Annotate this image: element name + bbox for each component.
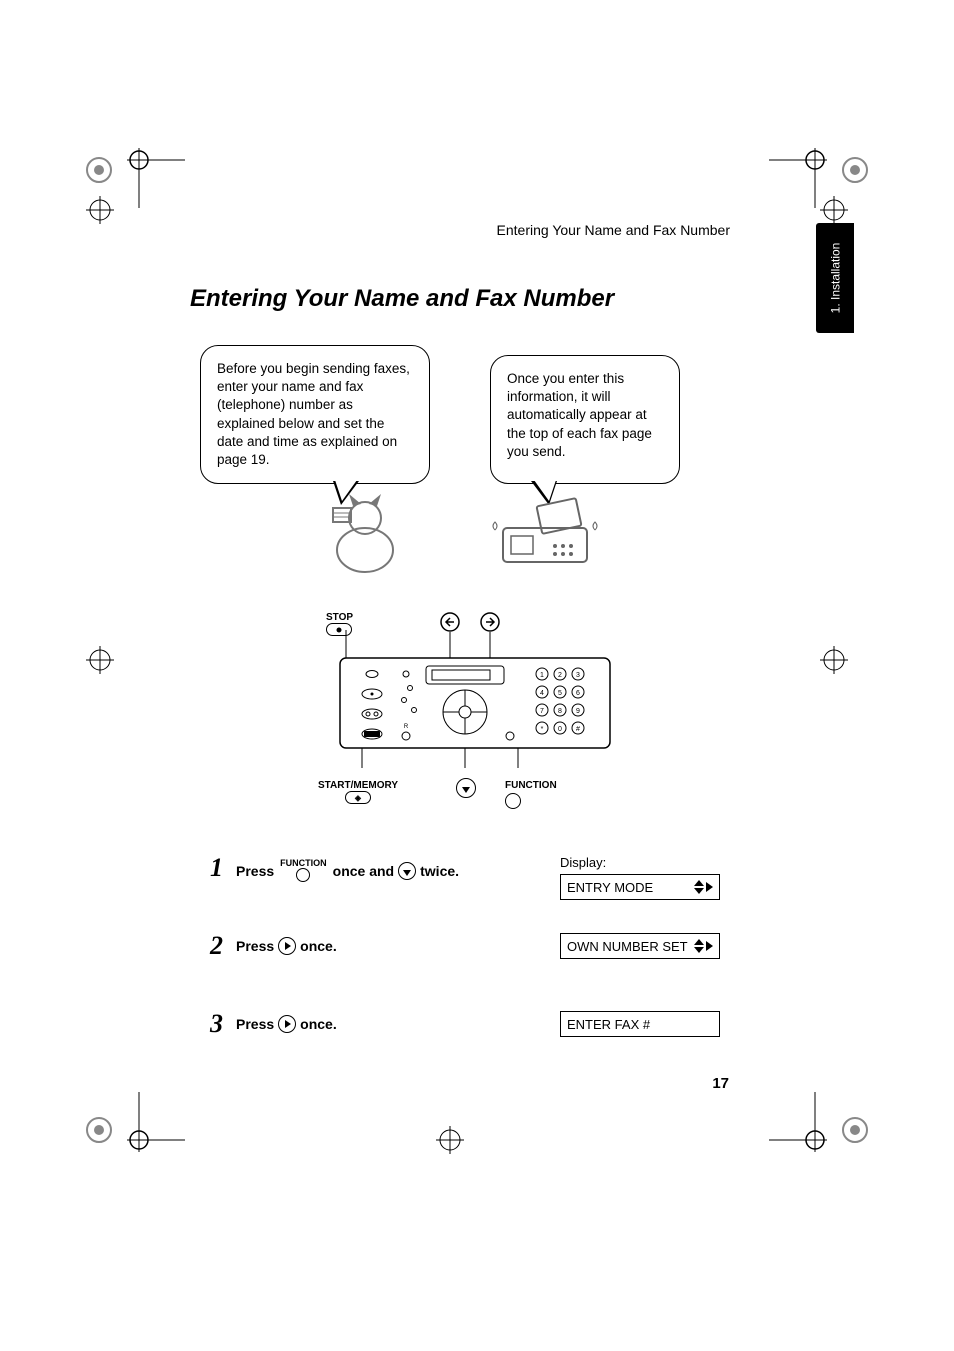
function-text: FUNCTION [505, 780, 557, 791]
function-mini-label: FUNCTION [280, 859, 327, 868]
step-instruction: Press once. [236, 933, 560, 955]
text-press: Press [236, 938, 274, 954]
right-arrow-button-icon [278, 1015, 296, 1033]
lcd-text: ENTRY MODE [567, 880, 653, 895]
text-once: once. [300, 1016, 337, 1032]
down-arrow-button-icon [398, 862, 416, 880]
lcd-screen: ENTRY MODE [560, 874, 720, 900]
step-number: 2 [210, 933, 236, 959]
svg-text:9: 9 [576, 708, 580, 715]
svg-text:5: 5 [558, 690, 562, 697]
text-once-and: once and [333, 863, 394, 879]
svg-text:6: 6 [576, 690, 580, 697]
step-number: 3 [210, 1011, 236, 1037]
lcd-text: OWN NUMBER SET [567, 939, 688, 954]
crop-mark-icon [769, 1090, 879, 1170]
fax-machine-icon [480, 480, 610, 580]
text-press: Press [236, 863, 274, 879]
step-number: 1 [210, 855, 236, 881]
display-label: Display: [560, 855, 720, 870]
function-button-icon: FUNCTION [280, 859, 327, 882]
svg-text:*: * [541, 726, 544, 733]
callout-text: Once you enter this information, it will… [507, 371, 652, 459]
start-button-icon: ◈ [345, 791, 371, 804]
steps-list: 1 Press FUNCTION once and twice. Display… [210, 855, 720, 1089]
svg-text:2: 2 [558, 672, 562, 679]
svg-text:8: 8 [558, 708, 562, 715]
text-press: Press [236, 1016, 274, 1032]
step-1: 1 Press FUNCTION once and twice. Display… [210, 855, 720, 903]
text-twice: twice. [420, 863, 459, 879]
lcd-text: ENTER FAX # [567, 1017, 650, 1032]
callout-row: Before you begin sending faxes, enter yo… [200, 345, 720, 484]
down-nav-icon [456, 778, 476, 798]
side-tab-installation: 1. Installation [816, 223, 854, 333]
nav-arrows-icon [694, 939, 713, 953]
running-header: Entering Your Name and Fax Number [190, 222, 730, 238]
callout-before-you-begin: Before you begin sending faxes, enter yo… [200, 345, 430, 484]
panel-label-function: FUNCTION [505, 780, 557, 809]
registration-mark-icon [814, 640, 854, 680]
svg-text:R: R [404, 724, 409, 730]
callout-text: Before you begin sending faxes, enter yo… [217, 361, 410, 467]
display-column: ENTER FAX # [560, 1011, 720, 1037]
registration-mark-icon [430, 1120, 470, 1160]
svg-text:7: 7 [540, 708, 544, 715]
mascot-cat-icon [300, 480, 430, 580]
text-once: once. [300, 938, 337, 954]
svg-text:4: 4 [540, 690, 544, 697]
panel-label-start-memory: START/MEMORY ◈ [318, 780, 398, 804]
control-panel-diagram: R 1 2 3 4 5 6 7 8 9 * 0 # [310, 610, 630, 775]
svg-text:3: 3 [576, 672, 580, 679]
callout-once-you-enter: Once you enter this information, it will… [490, 355, 680, 484]
registration-mark-icon [80, 190, 140, 230]
svg-text:0: 0 [558, 726, 562, 733]
nav-arrows-icon [694, 880, 713, 894]
lcd-screen: ENTER FAX # [560, 1011, 720, 1037]
step-3: 3 Press once. ENTER FAX # [210, 1011, 720, 1059]
crop-mark-icon [75, 1090, 185, 1170]
step-instruction: Press once. [236, 1011, 560, 1033]
registration-mark-icon [814, 190, 854, 230]
section-title: Entering Your Name and Fax Number [190, 285, 614, 313]
registration-mark-icon [80, 640, 140, 680]
display-column: Display: ENTRY MODE [560, 855, 720, 900]
svg-text:#: # [576, 726, 580, 733]
illustration-row [300, 480, 670, 580]
side-tab-label: 1. Installation [828, 243, 842, 314]
function-button-icon [505, 793, 521, 809]
svg-text:1: 1 [540, 672, 544, 679]
step-instruction: Press FUNCTION once and twice. [236, 855, 560, 882]
step-2: 2 Press once. OWN NUMBER SET [210, 933, 720, 981]
right-arrow-button-icon [278, 937, 296, 955]
page-number: 17 [712, 1075, 729, 1092]
start-memory-text: START/MEMORY [318, 780, 398, 791]
display-column: OWN NUMBER SET [560, 933, 720, 959]
lcd-screen: OWN NUMBER SET [560, 933, 720, 959]
